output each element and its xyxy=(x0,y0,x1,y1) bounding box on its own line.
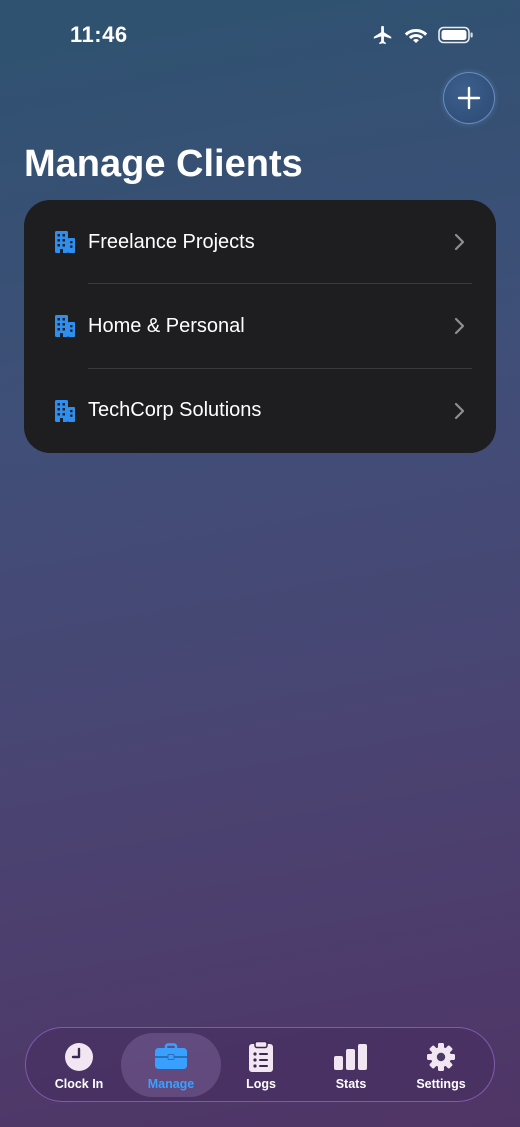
clipboard-list-icon xyxy=(249,1040,273,1072)
client-name: TechCorp Solutions xyxy=(88,399,262,422)
add-client-button[interactable] xyxy=(443,72,495,124)
tab-label: Clock In xyxy=(54,1076,104,1091)
tab-stats[interactable]: Stats xyxy=(306,1033,396,1097)
chevron-right-icon xyxy=(454,233,465,251)
chevron-right-icon xyxy=(454,402,465,419)
client-name: Freelance Projects xyxy=(88,230,255,253)
tab-clock-in[interactable]: Clock In xyxy=(34,1033,124,1097)
clock-icon xyxy=(65,1042,93,1071)
briefcase-icon xyxy=(155,1042,187,1069)
client-list: Freelance Projects Home & Personal TechC… xyxy=(24,200,496,453)
tab-settings[interactable]: Settings xyxy=(396,1033,486,1097)
battery-icon xyxy=(438,26,473,44)
page-title: Manage Clients xyxy=(24,143,303,185)
tab-label: Logs xyxy=(246,1076,276,1091)
building-icon xyxy=(55,399,75,422)
wifi-icon xyxy=(404,29,428,43)
client-name: Home & Personal xyxy=(88,314,245,337)
gear-icon xyxy=(427,1042,455,1071)
tab-manage[interactable]: Manage xyxy=(121,1032,221,1097)
client-row-home-personal[interactable]: Home & Personal xyxy=(24,284,496,369)
building-icon xyxy=(55,315,75,338)
plus-icon xyxy=(457,86,481,110)
tab-label: Manage xyxy=(147,1076,195,1091)
bar-chart-icon xyxy=(334,1043,367,1070)
status-time: 11:46 xyxy=(70,22,128,47)
status-icons xyxy=(372,24,474,46)
chevron-right-icon xyxy=(454,318,465,335)
client-row-techcorp-solutions[interactable]: TechCorp Solutions xyxy=(24,369,496,453)
airplane-icon xyxy=(373,25,392,45)
tab-label: Settings xyxy=(416,1076,466,1091)
tab-logs[interactable]: Logs xyxy=(216,1033,306,1097)
tab-label: Stats xyxy=(335,1076,367,1091)
client-row-freelance-projects[interactable]: Freelance Projects xyxy=(24,200,496,285)
status-bar: 11:46 xyxy=(0,0,520,70)
building-icon xyxy=(55,231,75,253)
tab-bar: Clock In Manage Logs Stats Settings xyxy=(25,1027,495,1102)
